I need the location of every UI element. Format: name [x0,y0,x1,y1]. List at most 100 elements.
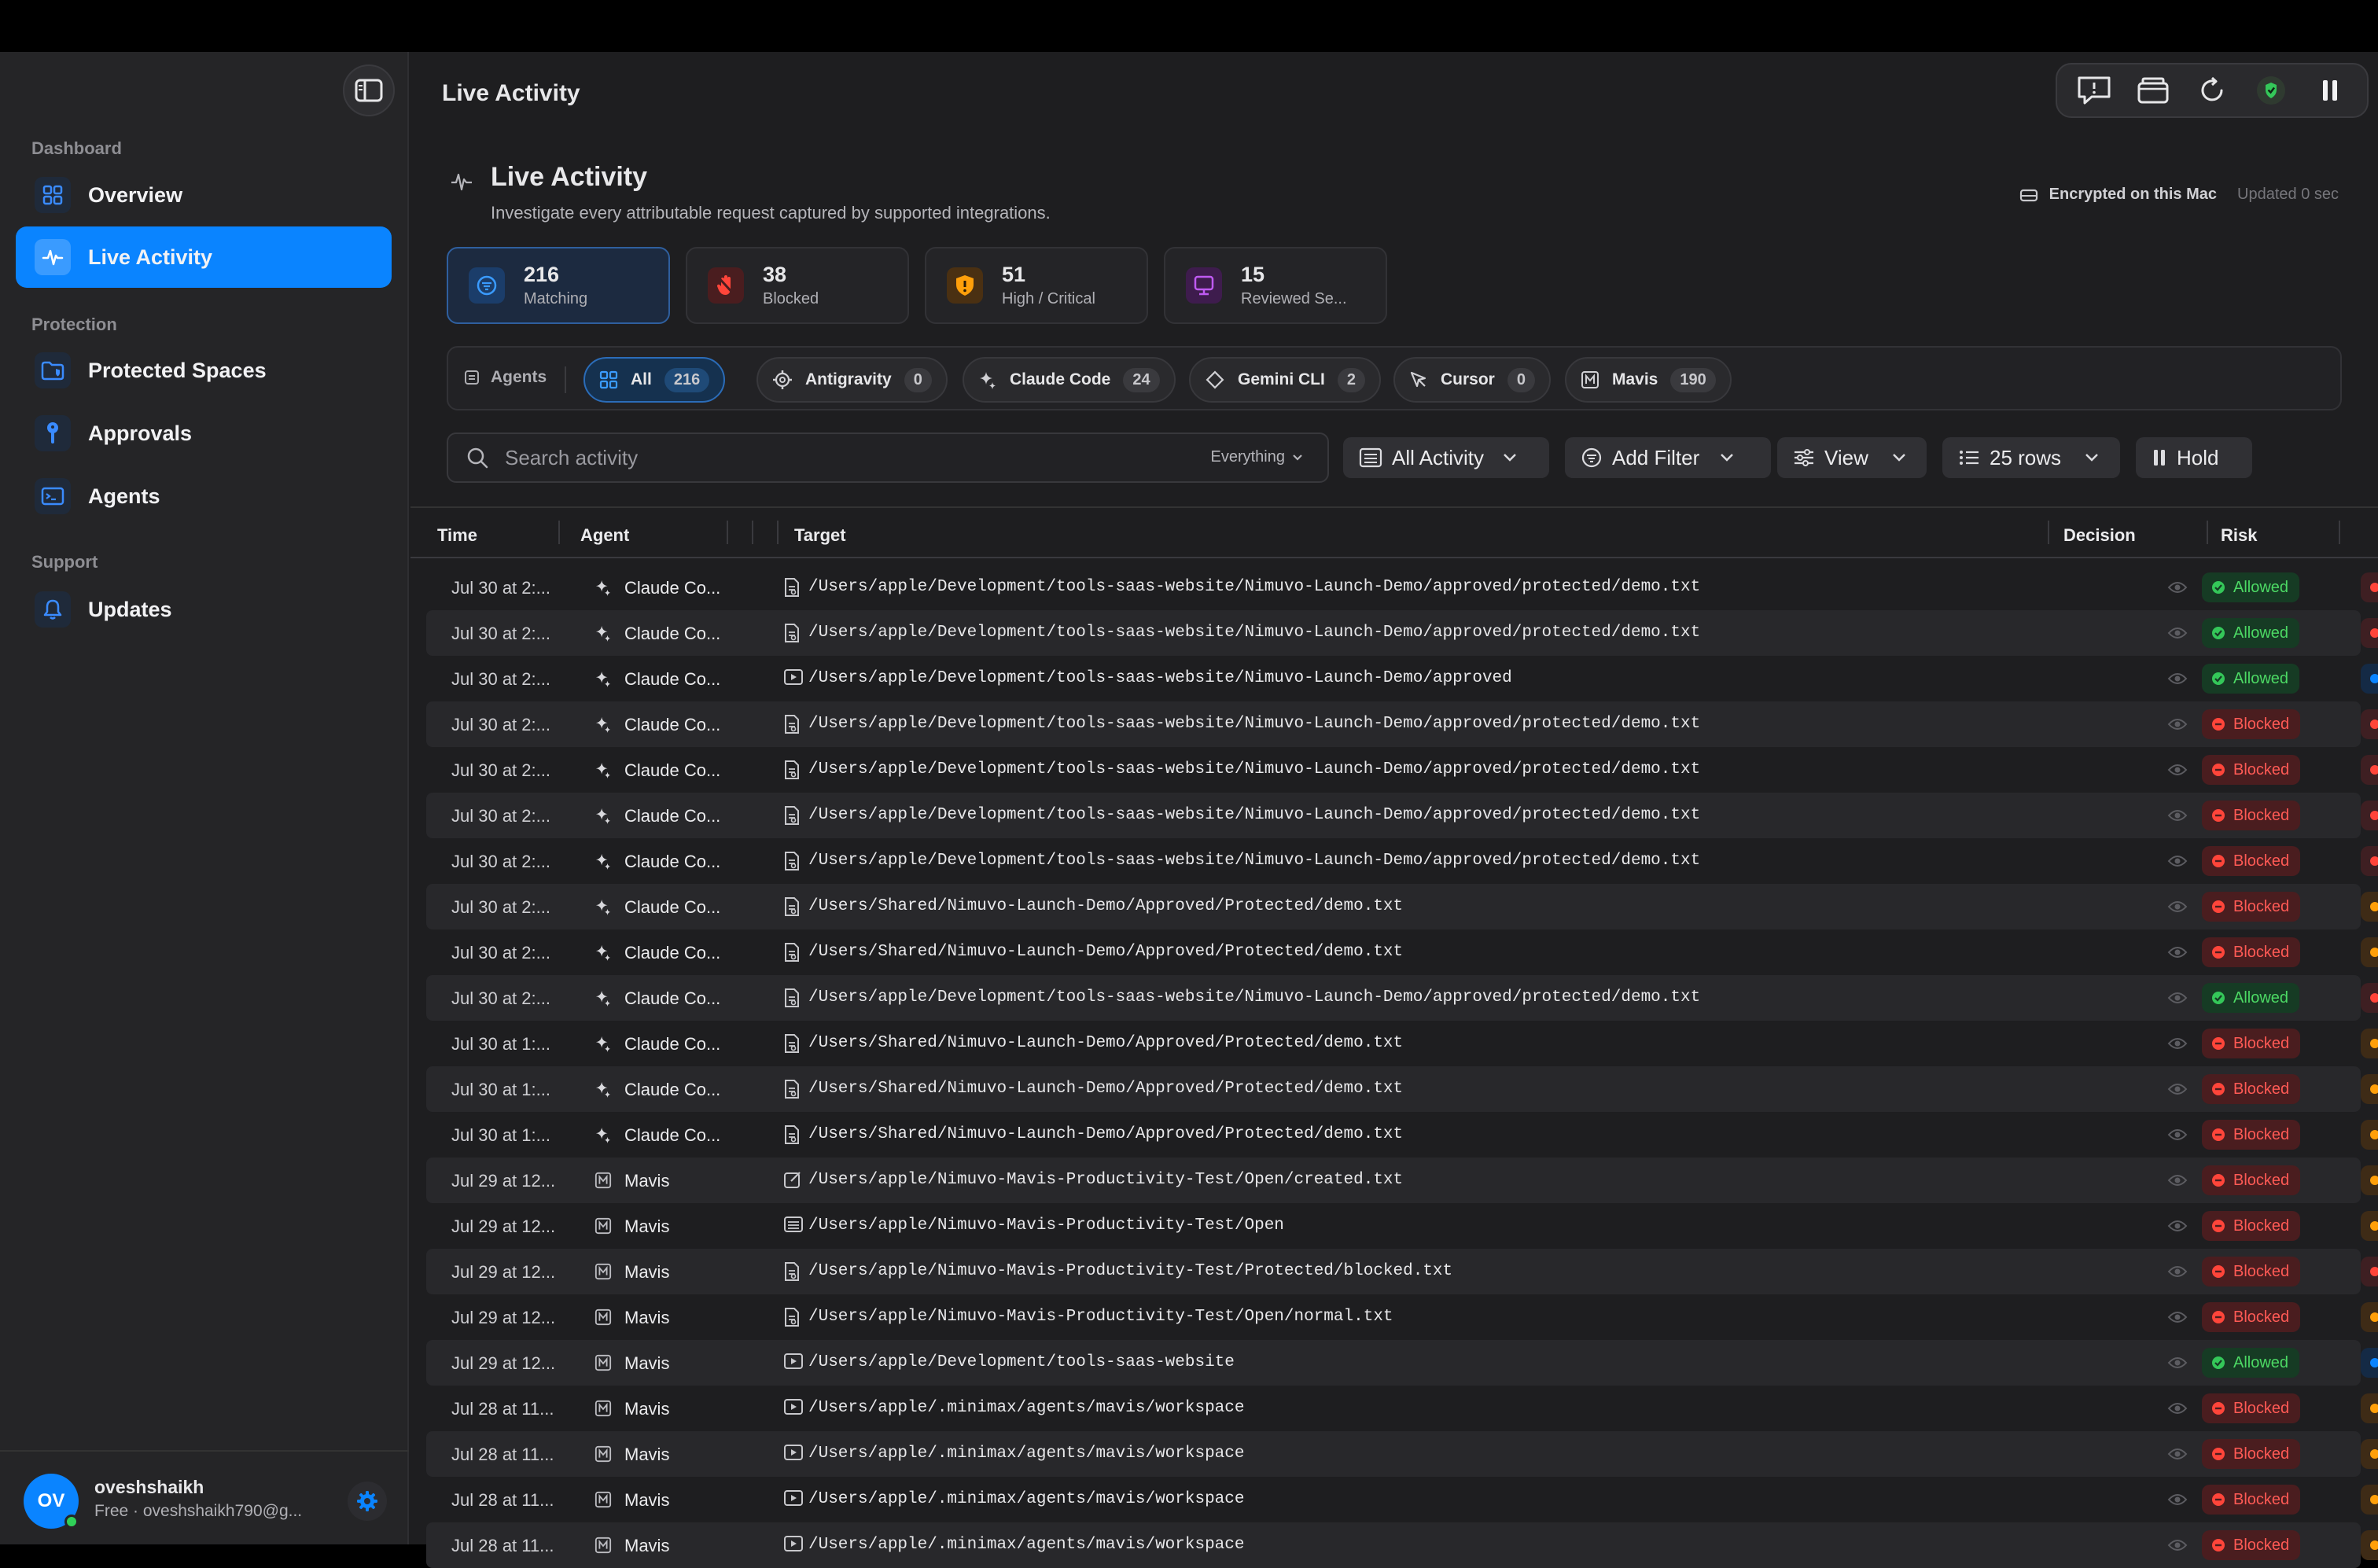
eye-icon[interactable] [2167,1309,2188,1329]
eye-icon[interactable] [2167,1445,2188,1466]
table-row[interactable]: Jul 30 at 1:... Claude Co... /Users/Shared… [426,1021,2378,1066]
pill-label: Antigravity [805,370,892,388]
agent-pill-all[interactable]: All 216 [583,357,726,403]
table-row[interactable]: Jul 30 at 2:... Claude Co... /Users/apple/… [426,838,2378,884]
table-row[interactable]: Jul 30 at 2:... Claude Co... /Users/apple/… [426,565,2378,610]
eye-icon[interactable] [2167,1354,2188,1375]
sidebar-item-live-activity[interactable]: Live Activity [16,226,392,288]
activity-type-dropdown[interactable]: All Activity [1343,437,1549,478]
refresh-button[interactable] [2192,70,2233,111]
eye-icon[interactable] [2167,1263,2188,1283]
eye-icon[interactable] [2167,1126,2188,1147]
table-row[interactable]: Jul 28 at 11... Mavis/Users/apple/.minima… [426,1431,2378,1477]
risk-badge: Critical [2361,983,2378,1013]
windows-button[interactable] [2133,70,2174,111]
search-scope-dropdown[interactable]: Everything [1211,448,1305,466]
table-row[interactable]: Jul 29 at 12... Mavis/Users/apple/Develop… [426,1340,2378,1386]
agent-pill-claude-code[interactable]: Claude Code 24 [963,357,1176,403]
table-row[interactable]: Jul 28 at 11... Mavis/Users/apple/.minima… [426,1386,2378,1431]
search-input[interactable] [505,445,1134,470]
column-divider[interactable] [558,521,560,544]
column-header-decision[interactable]: Decision [2063,525,2136,546]
table-row[interactable]: Jul 30 at 2:... Claude Co... /Users/Shared… [426,884,2378,929]
table-row[interactable]: Jul 29 at 12... Mavis/Users/apple/Nimuvo-… [426,1249,2378,1294]
eye-icon[interactable] [2167,1217,2188,1238]
eye-icon[interactable] [2167,1080,2188,1101]
eye-icon[interactable] [2167,624,2188,645]
minus-circle-icon [2211,717,2225,731]
table-row[interactable]: Jul 30 at 1:... Claude Co... /Users/Shared… [426,1112,2378,1158]
user-profile[interactable]: OV oveshshaikh Free · oveshshaikh790@g..… [0,1450,409,1544]
eye-icon[interactable] [2167,852,2188,873]
column-header-time[interactable]: Time [437,525,477,546]
eye-icon[interactable] [2167,670,2188,690]
protection-status-button[interactable] [2251,70,2291,111]
table-row[interactable]: Jul 29 at 12... Mavis/Users/apple/Nimuvo-… [426,1294,2378,1340]
column-divider[interactable] [2048,521,2049,544]
minus-circle-icon [2211,808,2225,823]
eye-icon[interactable] [2167,716,2188,736]
column-header-target[interactable]: Target [794,525,846,546]
agent-pill-antigravity[interactable]: Antigravity 0 [756,357,948,403]
eye-icon[interactable] [2167,1400,2188,1420]
table-row[interactable]: Jul 30 at 2:... Claude Co... /Users/apple/… [426,793,2378,838]
column-header-agent[interactable]: Agent [580,525,629,546]
eye-icon[interactable] [2167,1035,2188,1055]
stat-card-blocked[interactable]: 38 Blocked [686,247,909,324]
table-row[interactable]: Jul 30 at 2:... Claude Co... /Users/apple/… [426,701,2378,747]
eye-icon[interactable] [2167,1491,2188,1511]
eye-icon[interactable] [2167,944,2188,964]
sidebar-item-agents[interactable]: Agents [16,466,392,527]
eye-icon[interactable] [2167,579,2188,599]
sidebar-toggle-button[interactable] [343,64,395,116]
column-header-risk[interactable]: Risk [2221,525,2257,546]
column-divider[interactable] [2207,521,2208,544]
chat-alert-button[interactable] [2074,70,2115,111]
sidebar-item-protected-spaces[interactable]: Protected Spaces [16,340,392,401]
table-row[interactable]: Jul 29 at 12... Mavis/Users/apple/Nimuvo-… [426,1203,2378,1249]
eye-icon[interactable] [2167,1172,2188,1192]
row-target-path: /Users/apple/Development/tools-saas-webs… [808,624,1701,642]
table-row[interactable]: Jul 29 at 12... Mavis/Users/apple/Nimuvo-… [426,1158,2378,1203]
decision-label: Blocked [2233,1490,2290,1508]
add-filter-dropdown[interactable]: Add Filter [1565,437,1771,478]
sidebar-item-approvals[interactable]: Approvals [16,403,392,464]
m-badge-icon [1581,370,1599,389]
column-divider[interactable] [752,521,753,544]
table-row[interactable]: Jul 30 at 2:... Claude Co... /Users/apple/… [426,975,2378,1021]
stat-card-matching[interactable]: 216 Matching [447,247,670,324]
agent-pill-gemini-cli[interactable]: Gemini CLI 2 [1189,357,1381,403]
eye-icon[interactable] [2167,761,2188,782]
agent-pill-mavis[interactable]: Mavis 190 [1565,357,1732,403]
column-divider[interactable] [727,521,728,544]
grid-icon [35,177,71,213]
user-plan-email: Free · oveshshaikh790@g... [94,1502,303,1520]
pill-count: 190 [1670,367,1716,392]
risk-badge: High [2361,1302,2378,1332]
table-row[interactable]: Jul 28 at 11... Mavis/Users/apple/.minima… [426,1522,2378,1568]
risk-badge: Critical [2361,572,2378,602]
table-row[interactable]: Jul 28 at 11... Mavis/Users/apple/.minima… [426,1477,2378,1522]
table-row[interactable]: Jul 30 at 2:... Claude Co... /Users/Shared… [426,929,2378,975]
table-row[interactable]: Jul 30 at 2:... Claude Co... /Users/apple/… [426,610,2378,656]
agent-pill-cursor[interactable]: Cursor 0 [1393,357,1551,403]
column-divider[interactable] [777,521,779,544]
stat-card-reviewed-sessions[interactable]: 15 Reviewed Se... [1164,247,1387,324]
rows-per-page-dropdown[interactable]: 25 rows [1942,437,2120,478]
settings-button[interactable] [348,1482,387,1521]
pause-button[interactable] [2310,70,2350,111]
sidebar-item-updates[interactable]: Updates [16,579,392,640]
table-row[interactable]: Jul 30 at 2:... Claude Co... /Users/apple/… [426,747,2378,793]
stat-card-high-critical[interactable]: 51 High / Critical [925,247,1148,324]
table-row[interactable]: Jul 30 at 2:... Claude Co... /Users/apple/… [426,656,2378,701]
table-row[interactable]: Jul 30 at 1:... Claude Co... /Users/Shared… [426,1066,2378,1112]
eye-icon[interactable] [2167,807,2188,827]
sidebar-item-overview[interactable]: Overview [16,164,392,226]
eye-icon[interactable] [2167,898,2188,918]
eye-icon[interactable] [2167,989,2188,1010]
view-options-dropdown[interactable]: View [1777,437,1927,478]
pill-label: Cursor [1441,370,1495,388]
hold-button[interactable]: Hold [2136,437,2252,478]
column-divider[interactable] [2339,521,2340,544]
eye-icon[interactable] [2167,1537,2188,1557]
